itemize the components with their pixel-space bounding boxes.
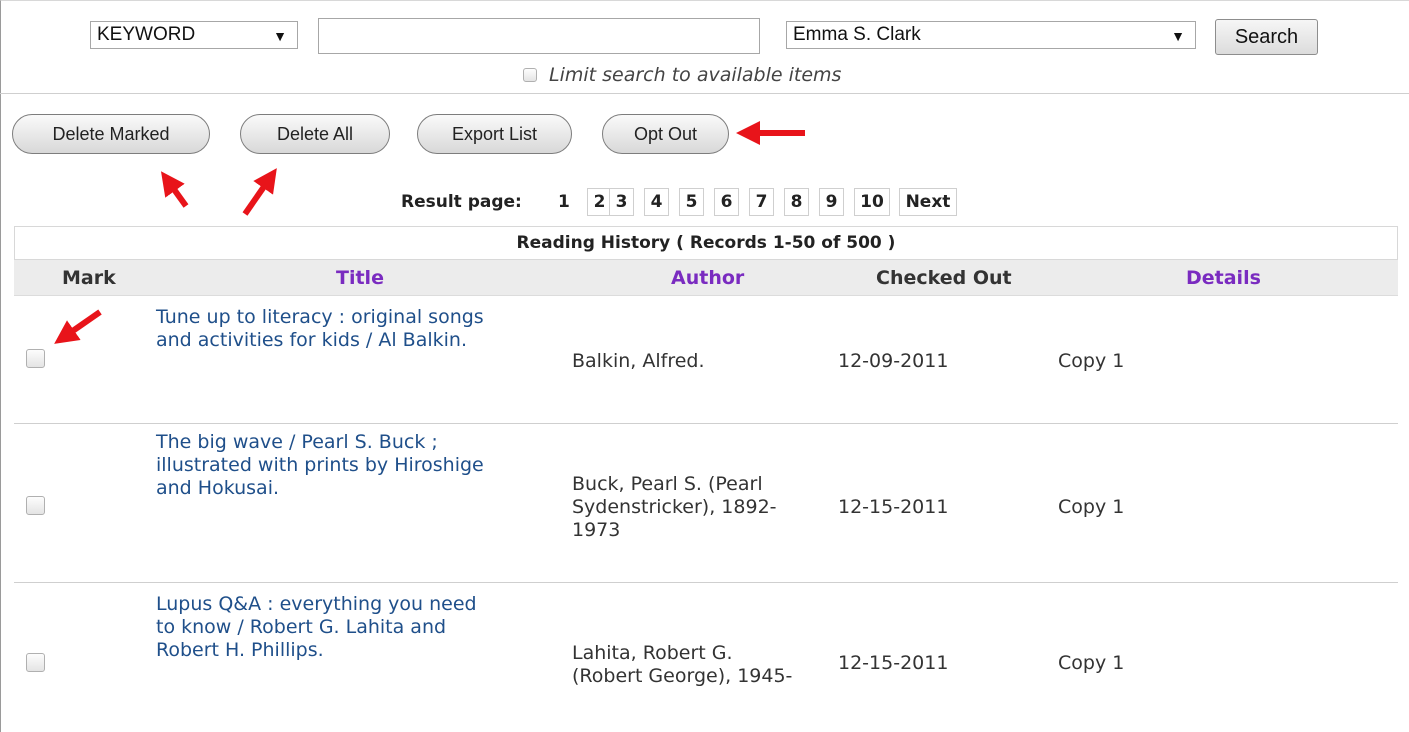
author-line: Lahita, Robert G. xyxy=(572,642,733,664)
page-link[interactable]: 10 xyxy=(854,188,890,216)
author-column-header[interactable]: Author xyxy=(671,267,744,289)
page-link[interactable]: 4 xyxy=(644,188,669,216)
title-column-header[interactable]: Title xyxy=(336,267,384,289)
dropdown-arrow-icon: ▼ xyxy=(1171,28,1185,44)
row-divider xyxy=(14,582,1398,583)
author-line: (Robert George), 1945- xyxy=(572,665,793,687)
title-line: and activities for kids / Al Balkin. xyxy=(156,329,468,351)
record-details: Copy 1 xyxy=(1058,652,1125,674)
author-line: Balkin, Alfred. xyxy=(572,350,705,372)
record-title-link[interactable]: Lupus Q&A : everything you need to know … xyxy=(156,593,566,662)
title-line: illustrated with prints by Hiroshige xyxy=(156,454,484,476)
limit-available-label: Limit search to available items xyxy=(549,64,842,86)
title-line: Tune up to literacy : original songs xyxy=(156,306,484,328)
record-title-link[interactable]: Tune up to literacy : original songs and… xyxy=(156,306,566,352)
checked-out-column-header: Checked Out xyxy=(876,267,1012,289)
record-author: Lahita, Robert G. (Robert George), 1945- xyxy=(572,642,792,688)
divider xyxy=(0,93,1409,94)
record-checked-out: 12-09-2011 xyxy=(838,350,949,372)
search-field-select[interactable]: KEYWORD ▼ xyxy=(90,21,298,49)
row-mark-checkbox[interactable] xyxy=(26,496,45,515)
record-author: Balkin, Alfred. xyxy=(572,350,705,373)
library-select[interactable]: Emma S. Clark ▼ xyxy=(786,21,1196,49)
library-select-value: Emma S. Clark xyxy=(793,24,921,45)
page-link[interactable]: 8 xyxy=(784,188,809,216)
row-mark-checkbox[interactable] xyxy=(26,653,45,672)
record-author: Buck, Pearl S. (Pearl Sydenstricker), 18… xyxy=(572,473,777,542)
record-details: Copy 1 xyxy=(1058,496,1125,518)
record-checked-out: 12-15-2011 xyxy=(838,496,949,518)
dropdown-arrow-icon: ▼ xyxy=(273,28,287,44)
search-field-value: KEYWORD xyxy=(97,24,196,45)
search-input[interactable] xyxy=(318,18,760,54)
export-list-button[interactable]: Export List xyxy=(417,114,572,154)
table-header-row: Mark Title Author Checked Out Details xyxy=(14,260,1398,296)
page-link[interactable]: 9 xyxy=(819,188,844,216)
record-details: Copy 1 xyxy=(1058,350,1125,372)
current-page: 1 xyxy=(558,192,570,212)
record-checked-out: 12-15-2011 xyxy=(838,652,949,674)
page-link[interactable]: 3 xyxy=(609,188,634,216)
author-line: 1973 xyxy=(572,519,621,541)
limit-available-option: Limit search to available items xyxy=(523,62,841,88)
result-page-label: Result page: xyxy=(401,192,522,212)
table-caption: Reading History ( Records 1-50 of 500 ) xyxy=(14,226,1398,260)
record-title-link[interactable]: The big wave / Pearl S. Buck ; illustrat… xyxy=(156,431,566,500)
next-page-link[interactable]: Next xyxy=(899,188,957,216)
delete-marked-button[interactable]: Delete Marked xyxy=(12,114,210,154)
page-link[interactable]: 5 xyxy=(679,188,704,216)
delete-all-button[interactable]: Delete All xyxy=(240,114,390,154)
author-line: Buck, Pearl S. (Pearl xyxy=(572,473,763,495)
page-link[interactable]: 6 xyxy=(714,188,739,216)
search-button[interactable]: Search xyxy=(1215,19,1318,55)
title-line: Robert H. Phillips. xyxy=(156,639,324,661)
row-mark-checkbox[interactable] xyxy=(26,349,45,368)
page-link[interactable]: 7 xyxy=(749,188,774,216)
author-line: Sydenstricker), 1892- xyxy=(572,496,777,518)
title-line: and Hokusai. xyxy=(156,477,280,499)
mark-column-header: Mark xyxy=(62,267,116,289)
row-divider xyxy=(14,423,1398,424)
title-line: The big wave / Pearl S. Buck ; xyxy=(156,431,438,453)
opt-out-button[interactable]: Opt Out xyxy=(602,114,729,154)
title-line: Lupus Q&A : everything you need xyxy=(156,593,477,615)
title-line: to know / Robert G. Lahita and xyxy=(156,616,447,638)
limit-available-checkbox[interactable] xyxy=(523,68,537,82)
details-column-header[interactable]: Details xyxy=(1186,267,1261,289)
